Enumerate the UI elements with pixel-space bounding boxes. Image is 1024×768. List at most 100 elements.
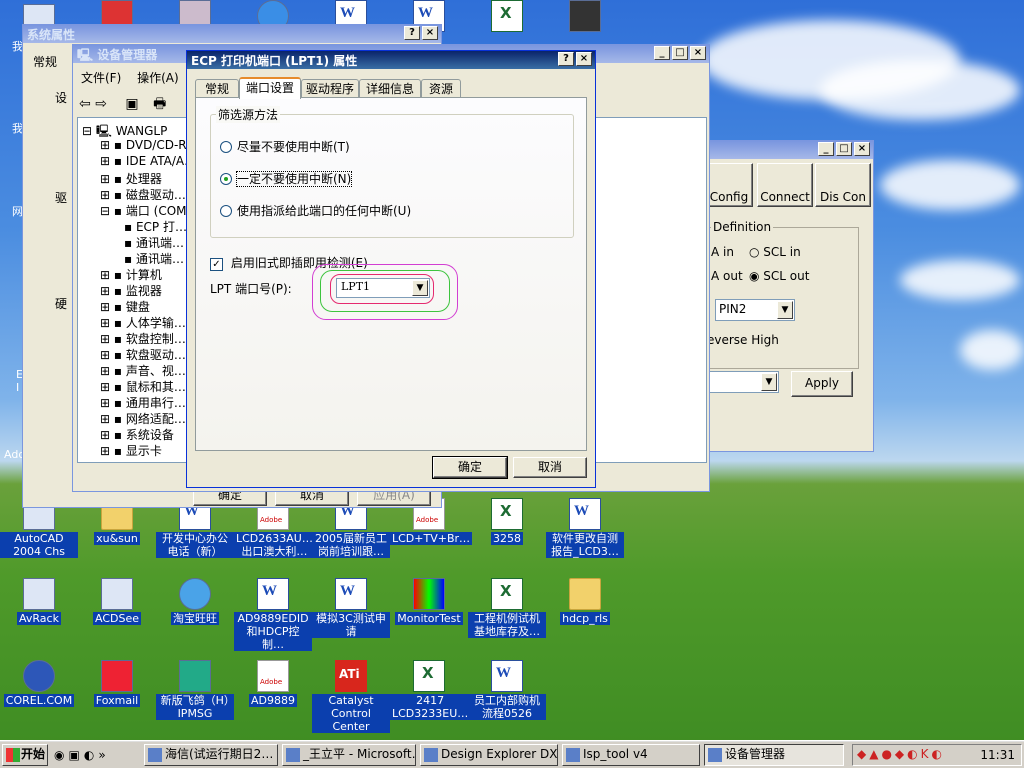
help-button[interactable]: ? <box>404 26 420 40</box>
desktop-icon-catalyst[interactable]: Catalyst Control Center <box>312 660 390 733</box>
taskbar-button[interactable]: 海信(试运行期日2… <box>144 744 278 766</box>
tree-node[interactable]: ⊞ ▪ 软盘控制… <box>100 330 186 347</box>
expand-toggle[interactable]: ⊞ <box>100 396 114 410</box>
desktop-icon-doc[interactable]: AD9889EDID和HDCP控制… <box>234 578 312 651</box>
desktop-icon[interactable] <box>468 0 546 34</box>
taskbar-button[interactable]: 设备管理器 <box>704 744 844 766</box>
expand-toggle[interactable]: ⊞ <box>100 332 114 346</box>
tab-general[interactable]: 常规 <box>33 53 57 70</box>
taskbar-button[interactable]: Design Explorer DXP <box>420 744 558 766</box>
tab-4[interactable]: 资源 <box>421 79 461 99</box>
close-button[interactable]: × <box>422 26 438 40</box>
tree-node[interactable]: ⊞ ▪ 声音、视… <box>100 362 186 379</box>
tree-node[interactable]: ▪ 通讯端… <box>124 234 184 251</box>
desktop-icon-doc[interactable]: 软件更改自测报告_LCD3… <box>546 498 624 558</box>
tree-node[interactable]: ⊞ ▪ 网络适配… <box>100 410 186 427</box>
taskbar-button[interactable]: Isp_tool v4 <box>562 744 700 766</box>
tab-3[interactable]: 详细信息 <box>359 79 421 99</box>
tab-2[interactable]: 驱动程序 <box>301 79 359 99</box>
expand-toggle[interactable]: ⊞ <box>100 154 114 168</box>
help-button[interactable]: ? <box>558 52 574 66</box>
expand-toggle[interactable]: ⊞ <box>100 444 114 458</box>
desktop-icon-excel[interactable]: 3258 <box>468 498 546 545</box>
tree-node[interactable]: ⊞ ▪ 软盘驱动… <box>100 346 186 363</box>
connect-button[interactable]: Connect <box>757 163 813 207</box>
expand-toggle[interactable]: ⊞ <box>100 428 114 442</box>
minimize-button[interactable]: _ <box>818 142 834 156</box>
desktop-icon-doc[interactable]: 员工内部购机流程0526 <box>468 660 546 720</box>
desktop-icon-folder[interactable]: hdcp_rls <box>546 578 624 625</box>
tree-node[interactable]: ⊞ ▪ 鼠标和其… <box>100 378 186 395</box>
expand-toggle[interactable]: ⊞ <box>100 364 114 378</box>
radio-scl-in[interactable]: ○ SCL in <box>749 245 801 259</box>
expand-toggle[interactable]: ⊞ <box>100 300 114 314</box>
pin-select[interactable]: PIN2 ▼ <box>715 299 795 321</box>
expand-toggle[interactable]: ⊞ <box>100 188 114 202</box>
tree-node[interactable]: ⊞ ▪ 键盘 <box>100 298 150 315</box>
expand-toggle[interactable]: ⊞ <box>100 172 114 186</box>
media-icon[interactable]: ◐ <box>84 748 98 762</box>
forward-icon[interactable]: ⇨ <box>95 96 107 112</box>
radio-a-out[interactable]: A out <box>711 269 743 283</box>
desktop-icon-excel[interactable]: 2417 LCD3233EU… <box>390 660 471 720</box>
desktop-icon-acdsee[interactable]: ACDSee <box>78 578 156 625</box>
radio-a-in[interactable]: A in <box>711 245 734 259</box>
expand-toggle[interactable]: ⊞ <box>100 380 114 394</box>
disconnect-button[interactable]: Dis Con <box>815 163 871 207</box>
tree-node[interactable]: ⊞ ▪ 监视器 <box>100 282 162 299</box>
tree-node[interactable]: ⊞ ▪ IDE ATA/A… <box>100 154 196 168</box>
tree-node[interactable]: ⊟ ▪ 端口 (COM… <box>100 202 199 219</box>
expand-toggle[interactable]: ⊞ <box>100 412 114 426</box>
config-button[interactable]: Config <box>705 163 753 207</box>
expand-toggle[interactable]: ⊞ <box>100 284 114 298</box>
desktop-icon-foxmail[interactable]: Foxmail <box>78 660 156 707</box>
expand-toggle[interactable]: ⊟ <box>100 204 114 218</box>
tree-node[interactable]: ⊞ ▪ 磁盘驱动… <box>100 186 186 203</box>
lpt-port-select[interactable]: LPT1 ▼ <box>336 278 430 298</box>
expand-toggle[interactable]: ⊞ <box>100 348 114 362</box>
minimize-button[interactable]: _ <box>654 46 670 60</box>
ok-button[interactable]: 确定 <box>432 456 508 479</box>
desktop-icon-excel[interactable]: 工程机例试机基地库存及… <box>468 578 546 638</box>
tree-node[interactable]: ⊞ ▪ 系统设备 <box>100 426 174 443</box>
tab-1[interactable]: 端口设置 <box>239 77 301 99</box>
isp-select[interactable]: ▼ <box>709 371 779 393</box>
back-icon[interactable]: ⇦ <box>79 96 91 112</box>
expand-toggle[interactable]: ⊞ <box>100 316 114 330</box>
apply-button[interactable]: Apply <box>791 371 853 397</box>
tray-icons[interactable]: ◆▲●◆◐K◐ <box>857 747 945 761</box>
properties-icon[interactable]: ▣ <box>125 96 138 112</box>
print-icon[interactable]: 🖶 <box>153 96 166 112</box>
maximize-button[interactable]: □ <box>672 46 688 60</box>
desktop-icon[interactable]: ▣ <box>68 748 83 762</box>
interrupt-radio-2[interactable]: 使用指派给此端口的任何中断(U) <box>220 202 411 219</box>
reverse-high-checkbox[interactable]: everse High <box>707 333 779 347</box>
tree-node[interactable]: ⊞ ▪ 处理器 <box>100 170 162 187</box>
tree-node[interactable]: ⊞ ▪ 计算机 <box>100 266 162 283</box>
tree-node[interactable]: ⊞ ▪ DVD/CD-R… <box>100 138 199 152</box>
expand-toggle[interactable]: ⊞ <box>100 138 114 152</box>
desktop-icon-monitortest[interactable]: MonitorTest <box>390 578 468 625</box>
more-icon[interactable]: » <box>98 748 109 762</box>
desktop-icon-pdf[interactable]: AD9889 <box>234 660 312 707</box>
ie-icon[interactable]: ◉ <box>54 748 68 762</box>
menu-file[interactable]: 文件(F) <box>81 71 121 85</box>
desktop-icon[interactable] <box>546 0 624 34</box>
tree-node[interactable]: ▪ ECP 打… <box>124 218 187 235</box>
radio-scl-out[interactable]: ◉ SCL out <box>749 269 809 283</box>
interrupt-radio-0[interactable]: 尽量不要使用中断(T) <box>220 138 350 155</box>
close-button[interactable]: × <box>690 46 706 60</box>
tree-node[interactable]: ⊞ ▪ 人体学输… <box>100 314 186 331</box>
maximize-button[interactable]: □ <box>836 142 852 156</box>
desktop-icon-ipmsg[interactable]: 新版飞鸽（H）IPMSG <box>156 660 234 720</box>
close-button[interactable]: × <box>854 142 870 156</box>
interrupt-radio-1[interactable]: 一定不要使用中断(N) <box>220 170 353 187</box>
tab-0[interactable]: 常规 <box>195 79 239 99</box>
desktop-icon-avrack[interactable]: AvRack <box>0 578 78 625</box>
tree-node[interactable]: ▪ 通讯端… <box>124 250 184 267</box>
tree-node[interactable]: ⊞ ▪ 显示卡 <box>100 442 162 459</box>
cancel-button[interactable]: 取消 <box>513 457 587 478</box>
start-button[interactable]: 开始 <box>2 744 48 766</box>
menu-action[interactable]: 操作(A) <box>137 71 179 85</box>
taskbar-button[interactable]: _王立平 - Microsoft… <box>282 744 416 766</box>
